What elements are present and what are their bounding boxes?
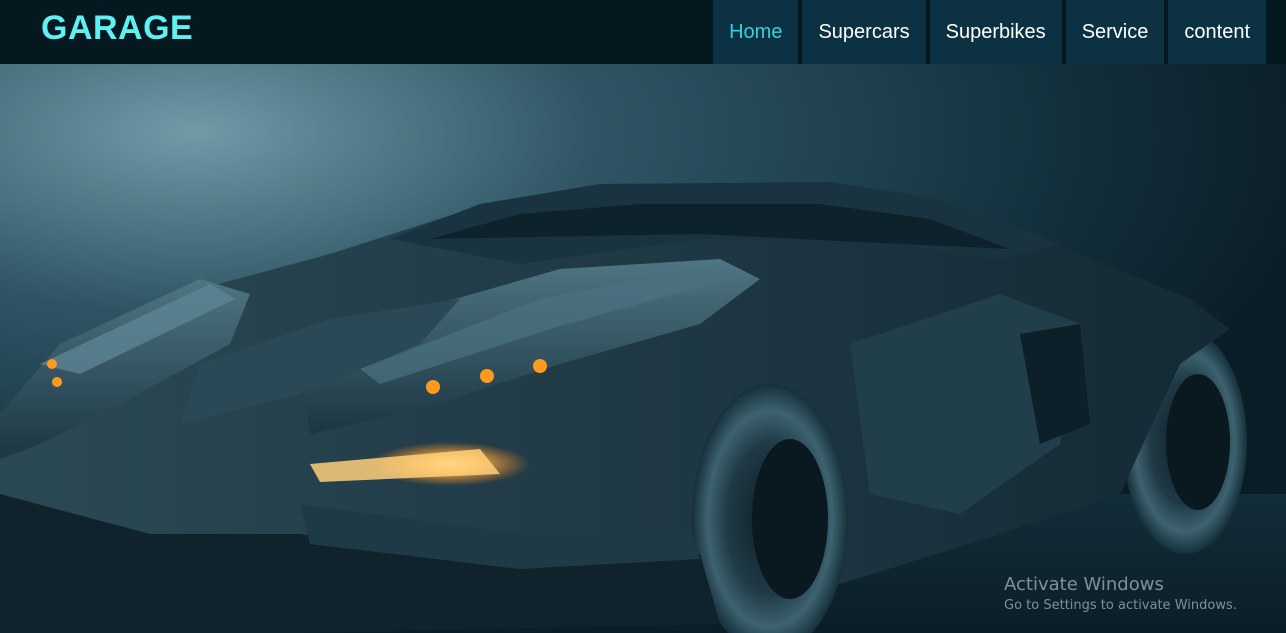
watermark-title: Activate Windows (1004, 574, 1164, 595)
nav-superbikes[interactable]: Superbikes (929, 0, 1062, 64)
nav-supercars[interactable]: Supercars (802, 0, 926, 64)
site-logo[interactable]: GARAGE (41, 9, 193, 48)
watermark-subtitle: Go to Settings to activate Windows. (1004, 598, 1237, 613)
nav-service[interactable]: Service (1065, 0, 1165, 64)
nav-home[interactable]: Home (713, 0, 799, 64)
top-navbar: GARAGE Home Supercars Superbikes Service… (0, 0, 1286, 64)
nav-content[interactable]: content (1168, 0, 1266, 64)
hero-car-image (0, 64, 1286, 633)
main-nav: Home Supercars Superbikes Service conten… (713, 0, 1286, 64)
activate-windows-watermark: Activate Windows Go to Settings to activ… (1004, 574, 1237, 616)
hero-banner (0, 64, 1286, 633)
